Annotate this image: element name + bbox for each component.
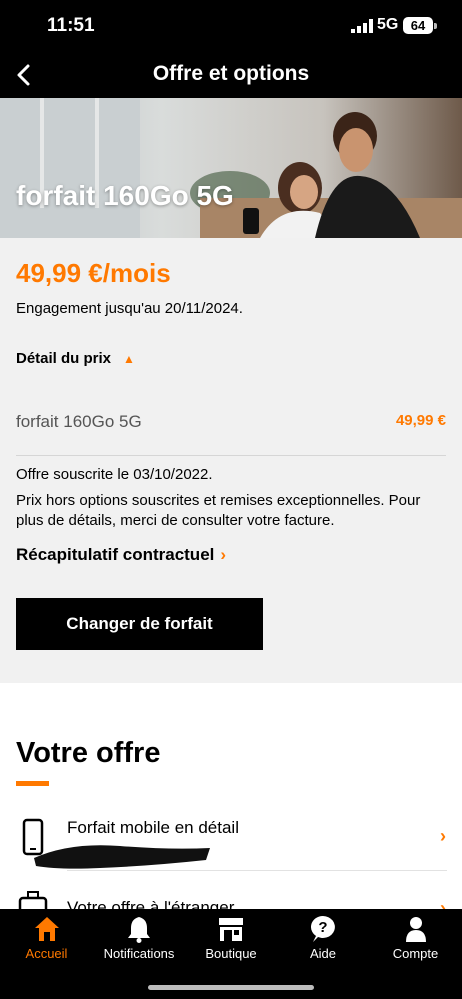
tab-compte[interactable]: Compte [369, 909, 462, 969]
hero-banner: forfait 160Go 5G [0, 98, 462, 238]
monthly-price: 49,99 €/mois [16, 258, 171, 288]
tab-accueil[interactable]: Accueil [0, 909, 93, 969]
chevron-right-icon: › [220, 545, 227, 564]
chevron-right-icon: › [440, 826, 446, 846]
price-detail-toggle[interactable]: Détail du prix ▲ [16, 350, 135, 367]
network-type: 5G [377, 16, 399, 33]
engagement-text: Engagement jusqu'au 20/11/2024. [16, 300, 243, 317]
plan-line-name: forfait 160Go 5G [16, 412, 142, 431]
battery-icon: 64 [403, 17, 433, 34]
divider [16, 455, 446, 456]
nav-bar: Offre et options [0, 52, 462, 98]
hero-photo [0, 98, 462, 238]
home-icon [34, 917, 59, 941]
hero-title: forfait 160Go 5G [16, 180, 234, 211]
offer-section-title: Votre offre [16, 737, 161, 769]
store-icon [219, 918, 243, 941]
price-section: 49,99 €/mois Engagement jusqu'au 20/11/2… [0, 238, 462, 683]
price-note: Prix hors options souscrites et remises … [16, 492, 421, 529]
tab-label: Aide [309, 946, 337, 961]
page-title: Offre et options [152, 62, 310, 85]
tab-aide[interactable]: ? Aide [277, 909, 369, 969]
plan-line-price: 49,99 € [395, 412, 446, 429]
redaction-mark [34, 845, 210, 869]
subscription-date: Offre souscrite le 03/10/2022. [16, 466, 213, 483]
recap-link[interactable]: Récapitulatif contractuel › [16, 545, 226, 565]
status-bar: 11:51 5G 64 [0, 0, 462, 52]
battery-nub [434, 23, 437, 29]
tab-notifications[interactable]: Notifications [93, 909, 185, 969]
home-indicator[interactable] [148, 985, 314, 990]
tab-label: Notifications [103, 946, 175, 961]
change-plan-button[interactable]: Changer de forfait [16, 598, 263, 650]
clock: 11:51 [47, 15, 95, 36]
recap-label: Récapitulatif contractuel [16, 545, 215, 564]
tab-boutique[interactable]: Boutique [185, 909, 277, 969]
user-icon [405, 917, 426, 942]
accent-bar [16, 781, 49, 786]
tab-label: Boutique [205, 946, 257, 961]
signal-icon [351, 19, 373, 33]
chevron-up-icon: ▲ [123, 352, 135, 366]
help-icon: ? [310, 916, 335, 942]
tab-label: Accueil [25, 946, 68, 961]
price-detail-label: Détail du prix [16, 350, 112, 367]
divider [67, 870, 447, 871]
svg-text:?: ? [318, 919, 327, 936]
tab-label: Compte [392, 946, 439, 961]
bell-icon [128, 917, 150, 943]
